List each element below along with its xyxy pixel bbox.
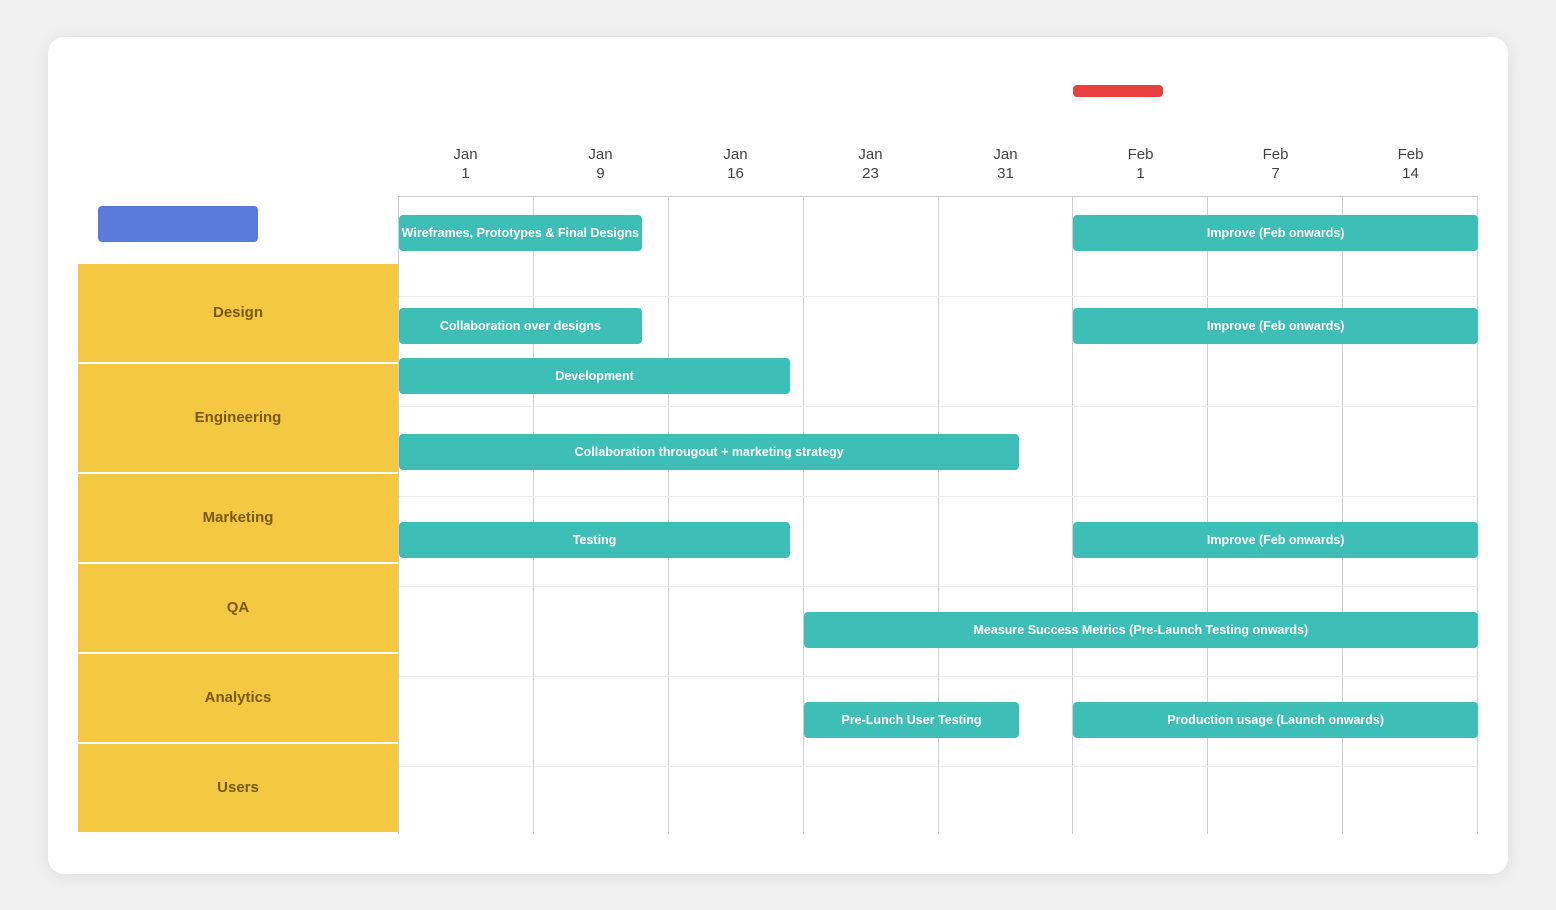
date-col-2: Jan16 xyxy=(668,137,803,192)
gantt-card: Jan1Jan9Jan16Jan23Jan31Feb1Feb7Feb14 Des… xyxy=(48,37,1508,874)
launch-badge xyxy=(1073,85,1163,97)
date-col-4: Jan31 xyxy=(938,137,1073,192)
sidebar-rows: DesignEngineeringMarketingQAAnalyticsUse… xyxy=(78,264,398,834)
sidebar-row-qa: QA xyxy=(78,564,398,654)
bar-7[interactable]: Improve (Feb onwards) xyxy=(1073,522,1478,558)
date-col-5: Feb1 xyxy=(1073,137,1208,192)
date-col-3: Jan23 xyxy=(803,137,938,192)
gantt-wrapper: Jan1Jan9Jan16Jan23Jan31Feb1Feb7Feb14 Des… xyxy=(78,77,1478,834)
sidebar-row-design: Design xyxy=(78,264,398,364)
sidebar-row-analytics: Analytics xyxy=(78,654,398,744)
bar-5[interactable]: Collaboration througout + marketing stra… xyxy=(399,434,1019,470)
bar-8[interactable]: Measure Success Metrics (Pre-Launch Test… xyxy=(804,612,1478,648)
sidebar-row-engineering: Engineering xyxy=(78,364,398,474)
bar-10[interactable]: Production usage (Launch onwards) xyxy=(1073,702,1478,738)
bar-6[interactable]: Testing xyxy=(399,522,790,558)
bar-3[interactable]: Development xyxy=(399,358,790,394)
date-col-7: Feb14 xyxy=(1343,137,1478,192)
bar-2[interactable]: Collaboration over designs xyxy=(399,308,642,344)
date-col-6: Feb7 xyxy=(1208,137,1343,192)
gantt-grid: DesignEngineeringMarketingQAAnalyticsUse… xyxy=(78,196,1478,834)
sidebar: DesignEngineeringMarketingQAAnalyticsUse… xyxy=(78,196,398,834)
bar-0[interactable]: Wireframes, Prototypes & Final Designs xyxy=(399,215,642,251)
date-col-0: Jan1 xyxy=(398,137,533,192)
sidebar-row-users: Users xyxy=(78,744,398,834)
chart-area: Wireframes, Prototypes & Final Designs Im… xyxy=(398,196,1478,834)
sidebar-header xyxy=(98,206,258,242)
bar-4[interactable]: Improve (Feb onwards) xyxy=(1073,308,1478,344)
sidebar-row-marketing: Marketing xyxy=(78,474,398,564)
date-header: Jan1Jan9Jan16Jan23Jan31Feb1Feb7Feb14 xyxy=(398,137,1478,192)
bar-1[interactable]: Improve (Feb onwards) xyxy=(1073,215,1478,251)
date-col-1: Jan9 xyxy=(533,137,668,192)
bar-9[interactable]: Pre-Lunch User Testing xyxy=(804,702,1020,738)
